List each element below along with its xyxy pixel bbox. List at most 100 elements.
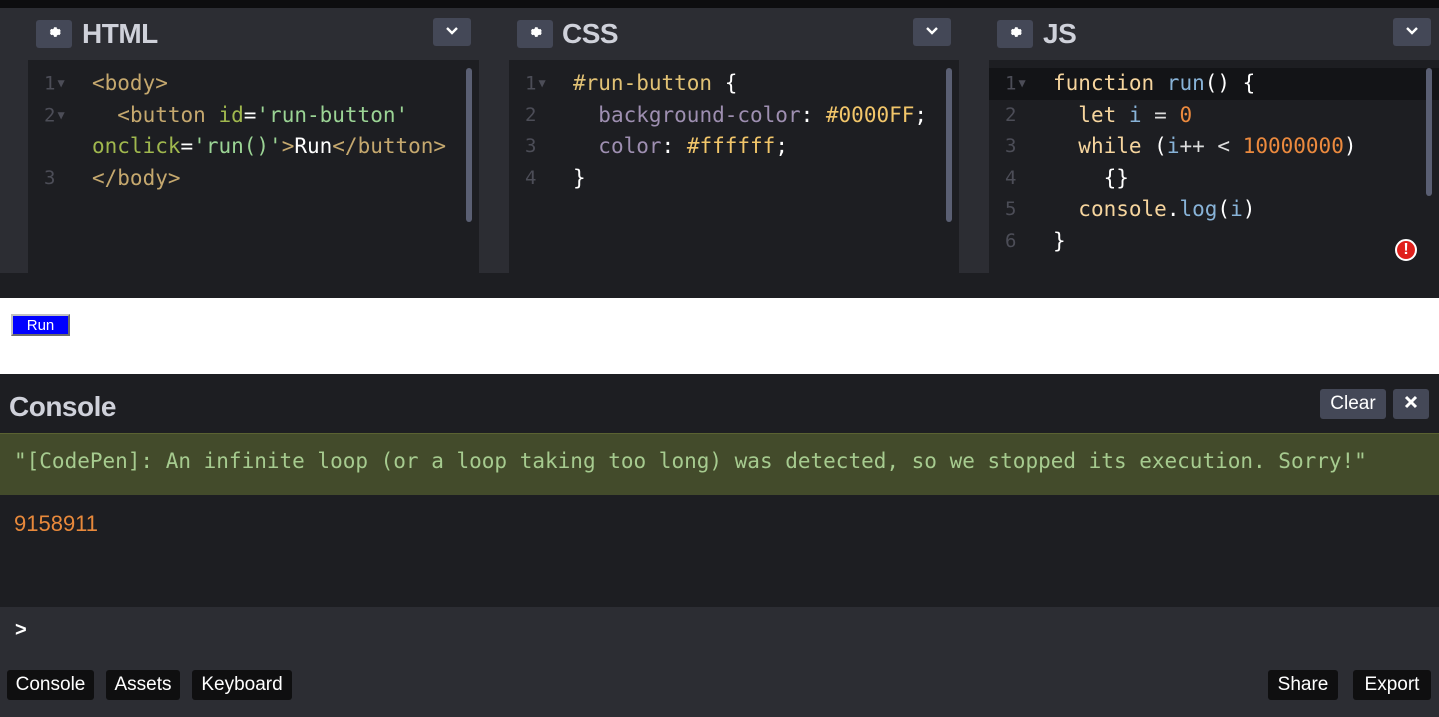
footer-assets-button[interactable]: Assets bbox=[106, 670, 180, 700]
console-clear-button[interactable]: Clear bbox=[1320, 389, 1386, 419]
line-number: 4 bbox=[525, 166, 537, 189]
code-token: 'run()' bbox=[193, 134, 282, 158]
html-panel-header: HTML bbox=[0, 8, 479, 60]
code-text: let i = 0 bbox=[1053, 100, 1192, 132]
css-panel-menu-button[interactable] bbox=[913, 18, 951, 46]
js-settings-button[interactable] bbox=[997, 20, 1033, 48]
console-input[interactable]: > bbox=[0, 607, 1439, 654]
css-editor-scrollbar[interactable] bbox=[946, 68, 952, 222]
code-token: : bbox=[800, 102, 826, 127]
code-token: i bbox=[1230, 197, 1243, 221]
code-token: #ffffff bbox=[686, 134, 776, 158]
code-line[interactable]: 2 let i = 0 bbox=[989, 100, 1439, 132]
console-title: Console bbox=[9, 391, 116, 422]
line-number: 1 ▼ bbox=[525, 72, 546, 95]
css-settings-button[interactable] bbox=[517, 20, 553, 48]
code-line[interactable]: 2 ▼ <button id='run-button' bbox=[28, 100, 479, 132]
code-line[interactable]: 2 background-color: #0000FF; bbox=[509, 100, 959, 132]
code-token: ; bbox=[775, 134, 788, 158]
code-token: background-color bbox=[598, 102, 801, 127]
code-token: {} bbox=[1053, 165, 1129, 190]
code-line[interactable]: 4} bbox=[509, 163, 959, 195]
code-token: id bbox=[218, 102, 244, 127]
fold-arrow-icon[interactable]: ▼ bbox=[538, 76, 545, 90]
code-token: ) bbox=[1343, 134, 1357, 158]
html-panel-menu-button[interactable] bbox=[433, 18, 471, 46]
console-warning-message: "[CodePen]: An infinite loop (or a loop … bbox=[14, 449, 1367, 473]
css-code-editor[interactable]: 1 ▼ #run-button {2 background-color: #0000… bbox=[509, 68, 959, 273]
code-text: } bbox=[573, 163, 586, 195]
close-icon bbox=[1404, 395, 1418, 414]
code-line[interactable]: 6} bbox=[989, 226, 1439, 258]
chevron-down-icon bbox=[1405, 23, 1419, 41]
html-settings-button[interactable] bbox=[36, 20, 72, 48]
code-token: = bbox=[180, 134, 194, 158]
fold-arrow-icon[interactable]: ▼ bbox=[1018, 76, 1025, 90]
js-panel-menu-button[interactable] bbox=[1393, 18, 1431, 46]
css-panel-title: CSS bbox=[562, 18, 619, 49]
fold-arrow-icon[interactable]: ▼ bbox=[57, 108, 64, 122]
code-line[interactable]: 3 color: #ffffff; bbox=[509, 131, 959, 163]
code-token: ++ < bbox=[1179, 134, 1243, 158]
html-panel-title: HTML bbox=[82, 18, 158, 49]
fold-arrow-icon[interactable]: ▼ bbox=[57, 76, 64, 90]
code-line[interactable]: 3 </body> bbox=[28, 163, 479, 195]
code-token: </button> bbox=[332, 134, 447, 158]
code-line[interactable]: 1 ▼ #run-button { bbox=[509, 68, 959, 100]
footer-keyboard-button[interactable]: Keyboard bbox=[192, 670, 292, 700]
console-log-value: 9158911 bbox=[14, 511, 99, 536]
line-number: 3 bbox=[525, 135, 537, 157]
js-editor-scrollbar[interactable] bbox=[1426, 68, 1432, 196]
code-token: ) bbox=[1242, 197, 1256, 221]
footer-share-button[interactable]: Share bbox=[1268, 670, 1338, 700]
html-editor-scrollbar[interactable] bbox=[466, 68, 472, 222]
code-token: { bbox=[712, 71, 738, 95]
line-number: 6 bbox=[1005, 229, 1017, 252]
js-editor-panel: JS 1 ▼ function run() { 2 let i = 03 while … bbox=[959, 8, 1439, 273]
code-text: color: #ffffff; bbox=[573, 131, 788, 163]
html-code-editor[interactable]: 1 ▼ <body> 2 ▼ <button id='run-button' onclic… bbox=[28, 68, 479, 273]
code-token: 0 bbox=[1179, 102, 1193, 127]
code-token: run bbox=[1166, 71, 1205, 95]
gear-icon bbox=[47, 25, 61, 44]
code-token: let bbox=[1078, 102, 1129, 127]
html-editor-panel: HTML 1 ▼ <body> 2 ▼ <button id='run-button' o… bbox=[0, 8, 479, 273]
code-token: function bbox=[1053, 71, 1167, 95]
code-text: </body> bbox=[92, 163, 181, 195]
js-code-editor[interactable]: 1 ▼ function run() { 2 let i = 03 while (i+… bbox=[989, 68, 1439, 273]
code-token: i bbox=[1128, 102, 1142, 127]
code-token: color bbox=[598, 134, 662, 158]
line-number: 1 ▼ bbox=[44, 72, 65, 95]
console-prompt: > bbox=[15, 619, 27, 641]
code-token: <body> bbox=[92, 71, 168, 95]
chevron-down-icon bbox=[925, 23, 939, 41]
error-indicator-icon[interactable]: ! bbox=[1395, 239, 1417, 261]
code-token: while bbox=[1078, 134, 1155, 158]
js-panel-header: JS bbox=[959, 8, 1439, 60]
code-text: #run-button { bbox=[573, 68, 737, 100]
code-text: } bbox=[1053, 226, 1066, 258]
footer-console-button[interactable]: Console bbox=[7, 670, 94, 700]
code-token: () { bbox=[1204, 71, 1256, 95]
footer-export-button[interactable]: Export bbox=[1353, 670, 1431, 700]
line-number: 2 ▼ bbox=[44, 103, 65, 126]
gear-icon bbox=[528, 25, 542, 44]
line-number: 1 ▼ bbox=[1005, 72, 1026, 95]
console-close-button[interactable] bbox=[1393, 389, 1429, 419]
preview-run-button[interactable]: Run bbox=[11, 314, 70, 336]
code-line[interactable]: 1 ▼ <body> bbox=[28, 68, 479, 100]
code-text: <button id='run-button' bbox=[92, 100, 408, 132]
code-line[interactable]: 3 while (i++ < 10000000) bbox=[989, 131, 1439, 163]
code-line[interactable]: 4 {} bbox=[989, 163, 1439, 195]
code-line[interactable]: 1 ▼ function run() { bbox=[989, 68, 1439, 100]
code-token: onclick bbox=[92, 134, 181, 158]
line-number: 3 bbox=[1005, 135, 1017, 157]
code-line[interactable]: onclick='run()'>Run</button> bbox=[28, 131, 479, 163]
code-token: = bbox=[1141, 102, 1180, 127]
code-line[interactable]: 5 console.log(i) bbox=[989, 194, 1439, 226]
